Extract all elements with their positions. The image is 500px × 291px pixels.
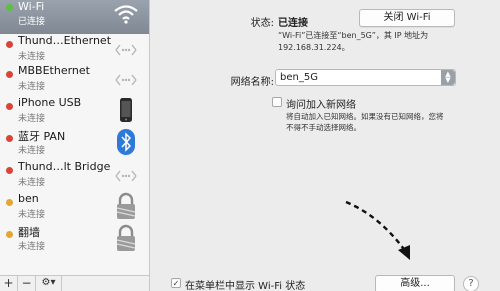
status-label: 状态:: [250, 18, 274, 29]
ethernet-icon: [115, 170, 137, 182]
dashed-arrow-annotation: [345, 200, 410, 260]
service-name: 蓝牙 PAN: [18, 130, 66, 143]
service-status: 未连接: [18, 210, 46, 220]
advanced-button[interactable]: 高级...: [375, 275, 455, 291]
status-dot: [6, 199, 13, 206]
network-service-list: Wi-Fi 已连接 Thund…Ethernet 未连接 MBBEthernet…: [0, 0, 150, 291]
service-vpn-fanqiang[interactable]: 翻墙 未连接: [0, 224, 149, 258]
service-status: 未连接: [18, 146, 46, 156]
ethernet-icon: [115, 44, 137, 56]
service-name: ben: [18, 192, 39, 205]
gear-menu-button[interactable]: ⚙▾: [36, 276, 62, 291]
remove-service-button[interactable]: −: [18, 276, 36, 291]
status-description-line: 192.168.31.224。: [278, 43, 350, 52]
status-dot: [6, 103, 13, 110]
status-value: 已连接: [278, 18, 308, 29]
service-name: Thund…lt Bridge: [18, 160, 111, 173]
lock-icon: [116, 224, 136, 251]
network-name-select[interactable]: ben_5G ▲ ▼: [275, 69, 456, 86]
service-iphone-usb[interactable]: iPhone USB 未连接: [0, 96, 149, 130]
service-bluetooth-pan[interactable]: 蓝牙 PAN 未连接: [0, 128, 149, 162]
status-dot: [6, 167, 13, 174]
service-name: Thund…Ethernet: [18, 34, 112, 47]
help-button[interactable]: ?: [463, 276, 479, 291]
service-vpn-ben[interactable]: ben 未连接: [0, 192, 149, 226]
service-status: 未连接: [18, 178, 46, 188]
iphone-icon: [120, 98, 132, 122]
network-name-label: 网络名称:: [230, 77, 274, 88]
service-mbbethernet[interactable]: MBBEthernet 未连接: [0, 64, 149, 98]
status-description: “Wi-Fi”已连接至“ben_5G”，其 IP 地址为 192.168.31.…: [278, 30, 428, 54]
chevron-updown-icon: ▲ ▼: [441, 70, 455, 85]
ask-join-description-line: 不得不手动选择网络。: [286, 123, 361, 132]
service-status: 未连接: [18, 114, 46, 124]
status-description-line: “Wi-Fi”已连接至“ben_5G”，其 IP 地址为: [278, 31, 429, 40]
status-dot: [6, 135, 13, 142]
service-thunderbolt-ethernet[interactable]: Thund…Ethernet 未连接: [0, 34, 149, 68]
service-name: MBBEthernet: [18, 64, 90, 77]
status-dot: [6, 231, 13, 238]
service-name: Wi-Fi: [18, 0, 45, 13]
add-service-button[interactable]: +: [0, 276, 18, 291]
bluetooth-icon: [117, 129, 135, 155]
status-dot: [6, 71, 13, 78]
ask-join-label: 询问加入新网络: [286, 100, 356, 111]
service-thunderbolt-bridge[interactable]: Thund…lt Bridge 未连接: [0, 160, 149, 194]
turn-off-wifi-button[interactable]: 关闭 Wi-Fi: [359, 9, 455, 27]
ask-join-description-line: 将自动加入已知网络。如果没有已知网络，您将: [286, 112, 444, 121]
lock-icon: [116, 192, 136, 219]
show-wifi-menubar-label: 在菜单栏中显示 Wi-Fi 状态: [185, 281, 306, 291]
service-status: 已连接: [18, 17, 46, 27]
network-name-value: ben_5G: [280, 72, 318, 83]
ask-join-checkbox[interactable]: [272, 97, 282, 107]
service-name: iPhone USB: [18, 96, 82, 109]
wifi-icon: [114, 5, 138, 24]
service-status: 未连接: [18, 82, 46, 92]
service-list-toolbar: + − ⚙▾: [0, 275, 149, 291]
service-status: 未连接: [18, 52, 46, 62]
status-dot: [6, 4, 13, 11]
show-wifi-menubar-checkbox[interactable]: ✓: [171, 278, 181, 288]
status-dot: [6, 41, 13, 48]
service-name: 翻墙: [18, 226, 40, 239]
ask-join-description: 将自动加入已知网络。如果没有已知网络，您将 不得不手动选择网络。: [286, 111, 444, 133]
service-wifi[interactable]: Wi-Fi 已连接: [0, 0, 149, 34]
service-status: 未连接: [18, 242, 46, 252]
ethernet-icon: [115, 74, 137, 86]
